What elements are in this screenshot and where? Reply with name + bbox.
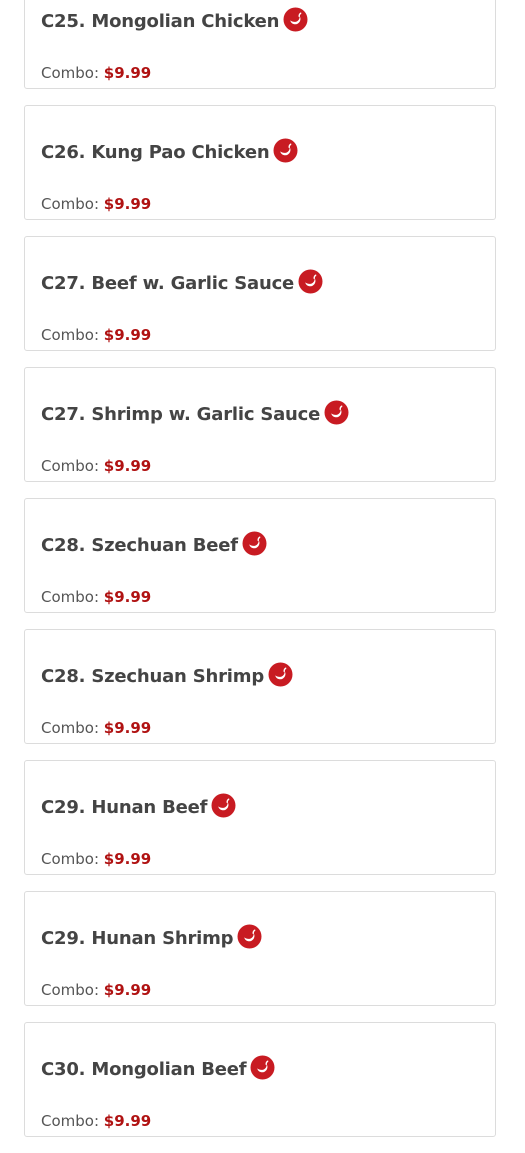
price-value: $9.99 [103, 588, 152, 606]
menu-item-name: C30. Mongolian Beef [41, 1059, 247, 1080]
menu-item-title-row: C27. Beef w. Garlic Sauce [41, 269, 323, 296]
price-label: Combo: [41, 457, 100, 475]
price-value: $9.99 [103, 1112, 152, 1130]
menu-item-name: C27. Shrimp w. Garlic Sauce [41, 404, 321, 425]
price-value: $9.99 [103, 64, 152, 82]
price-value: $9.99 [103, 719, 152, 737]
price-label: Combo: [41, 588, 100, 606]
menu-item-price-row: Combo: $9.99 [41, 719, 151, 737]
price-value: $9.99 [103, 195, 152, 213]
price-label: Combo: [41, 1112, 100, 1130]
menu-item-price-row: Combo: $9.99 [41, 981, 151, 999]
menu-item-name: C28. Szechuan Shrimp [41, 666, 265, 687]
chili-pepper-icon [324, 400, 349, 425]
menu-item-name: C27. Beef w. Garlic Sauce [41, 273, 295, 294]
menu-item-title-row: C30. Mongolian Beef [41, 1055, 275, 1082]
chili-pepper-icon [273, 138, 298, 163]
menu-item-title-row: C26. Kung Pao Chicken [41, 138, 298, 165]
price-value: $9.99 [103, 850, 152, 868]
price-value: $9.99 [103, 981, 152, 999]
menu-item-card[interactable]: C28. Szechuan Shrimp Combo: $9.99 [24, 629, 496, 744]
menu-item-card[interactable]: C26. Kung Pao Chicken Combo: $9.99 [24, 105, 496, 220]
menu-item-price-row: Combo: $9.99 [41, 850, 151, 868]
price-label: Combo: [41, 719, 100, 737]
menu-item-title-row: C28. Szechuan Beef [41, 531, 267, 558]
price-label: Combo: [41, 326, 100, 344]
menu-item-price-row: Combo: $9.99 [41, 195, 151, 213]
menu-item-list: C25. Mongolian Chicken Combo: $9.99 C26.… [24, 0, 496, 1153]
menu-item-title-row: C28. Szechuan Shrimp [41, 662, 293, 689]
price-label: Combo: [41, 850, 100, 868]
price-label: Combo: [41, 195, 100, 213]
chili-pepper-icon [268, 662, 293, 687]
menu-item-card[interactable]: C30. Mongolian Beef Combo: $9.99 [24, 1022, 496, 1137]
chili-pepper-icon [242, 531, 267, 556]
price-label: Combo: [41, 64, 100, 82]
menu-item-card[interactable]: C29. Hunan Shrimp Combo: $9.99 [24, 891, 496, 1006]
menu-item-name: C26. Kung Pao Chicken [41, 142, 270, 163]
price-value: $9.99 [103, 326, 152, 344]
menu-item-name: C29. Hunan Shrimp [41, 928, 234, 949]
price-value: $9.99 [103, 457, 152, 475]
menu-item-card[interactable]: C29. Hunan Beef Combo: $9.99 [24, 760, 496, 875]
chili-pepper-icon [298, 269, 323, 294]
chili-pepper-icon [250, 1055, 275, 1080]
chili-pepper-icon [237, 924, 262, 949]
menu-item-name: C29. Hunan Beef [41, 797, 208, 818]
menu-item-price-row: Combo: $9.99 [41, 457, 151, 475]
menu-item-card[interactable]: C27. Beef w. Garlic Sauce Combo: $9.99 [24, 236, 496, 351]
price-label: Combo: [41, 981, 100, 999]
menu-item-name: C25. Mongolian Chicken [41, 11, 280, 32]
menu-item-price-row: Combo: $9.99 [41, 64, 151, 82]
chili-pepper-icon [211, 793, 236, 818]
menu-item-price-row: Combo: $9.99 [41, 588, 151, 606]
menu-item-price-row: Combo: $9.99 [41, 326, 151, 344]
menu-item-name: C28. Szechuan Beef [41, 535, 238, 556]
menu-item-card[interactable]: C27. Shrimp w. Garlic Sauce Combo: $9.99 [24, 367, 496, 482]
chili-pepper-icon [283, 7, 308, 32]
menu-item-title-row: C27. Shrimp w. Garlic Sauce [41, 400, 349, 427]
menu-item-card[interactable]: C28. Szechuan Beef Combo: $9.99 [24, 498, 496, 613]
menu-item-title-row: C29. Hunan Shrimp [41, 924, 262, 951]
menu-item-card[interactable]: C25. Mongolian Chicken Combo: $9.99 [24, 0, 496, 89]
menu-item-title-row: C25. Mongolian Chicken [41, 7, 308, 34]
menu-item-title-row: C29. Hunan Beef [41, 793, 236, 820]
menu-item-price-row: Combo: $9.99 [41, 1112, 151, 1130]
